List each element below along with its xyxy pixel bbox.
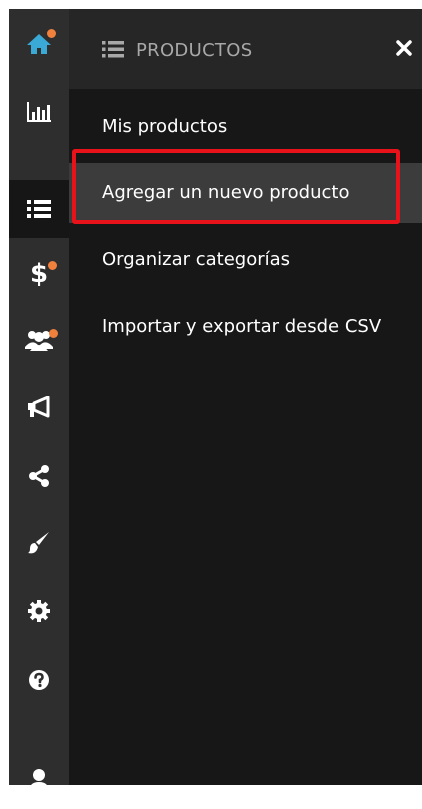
user-icon bbox=[28, 768, 50, 792]
menu-item-my-products[interactable]: Mis productos bbox=[69, 97, 422, 157]
close-button[interactable] bbox=[392, 38, 416, 62]
rail-item-marketing[interactable] bbox=[9, 378, 69, 436]
notification-badge bbox=[49, 329, 58, 338]
menu-item-label: Mis productos bbox=[102, 116, 228, 137]
notification-badge bbox=[47, 29, 56, 38]
gear-icon bbox=[27, 599, 51, 623]
menu-item-label: Agregar un nuevo producto bbox=[102, 182, 350, 203]
help-icon bbox=[28, 669, 50, 691]
menu-item-organize-categories[interactable]: Organizar categorías bbox=[69, 230, 422, 290]
rail-item-home[interactable] bbox=[9, 15, 69, 73]
rail-item-help[interactable] bbox=[9, 651, 69, 709]
close-icon bbox=[396, 40, 412, 60]
share-icon bbox=[28, 465, 50, 487]
rail-item-account[interactable] bbox=[9, 751, 69, 809]
icon-rail: $ bbox=[9, 9, 69, 792]
list-icon bbox=[102, 40, 124, 58]
dollar-icon: $ bbox=[29, 259, 49, 289]
app-frame: $ PRODUCTOS Mis productos Agregar un nue… bbox=[0, 0, 422, 792]
brush-icon bbox=[27, 531, 51, 555]
panel-title: PRODUCTOS bbox=[136, 40, 253, 61]
menu-item-label: Organizar categorías bbox=[102, 249, 291, 270]
rail-item-settings[interactable] bbox=[9, 582, 69, 640]
rail-item-share[interactable] bbox=[9, 447, 69, 505]
menu-item-import-export-csv[interactable]: Importar y exportar desde CSV bbox=[69, 297, 422, 357]
notification-badge bbox=[48, 261, 57, 270]
megaphone-icon bbox=[26, 396, 52, 418]
bar-chart-icon bbox=[26, 101, 52, 123]
rail-item-sales[interactable]: $ bbox=[9, 245, 69, 303]
rail-item-customers[interactable] bbox=[9, 311, 69, 369]
rail-item-design[interactable] bbox=[9, 514, 69, 572]
products-panel: PRODUCTOS Mis productos Agregar un nuevo… bbox=[69, 9, 422, 785]
list-icon bbox=[27, 199, 51, 219]
panel-header: PRODUCTOS bbox=[69, 9, 422, 89]
rail-item-stats[interactable] bbox=[9, 83, 69, 141]
rail-item-products[interactable] bbox=[9, 180, 69, 238]
menu-item-add-product[interactable]: Agregar un nuevo producto bbox=[69, 163, 422, 223]
menu-item-label: Importar y exportar desde CSV bbox=[102, 316, 382, 337]
